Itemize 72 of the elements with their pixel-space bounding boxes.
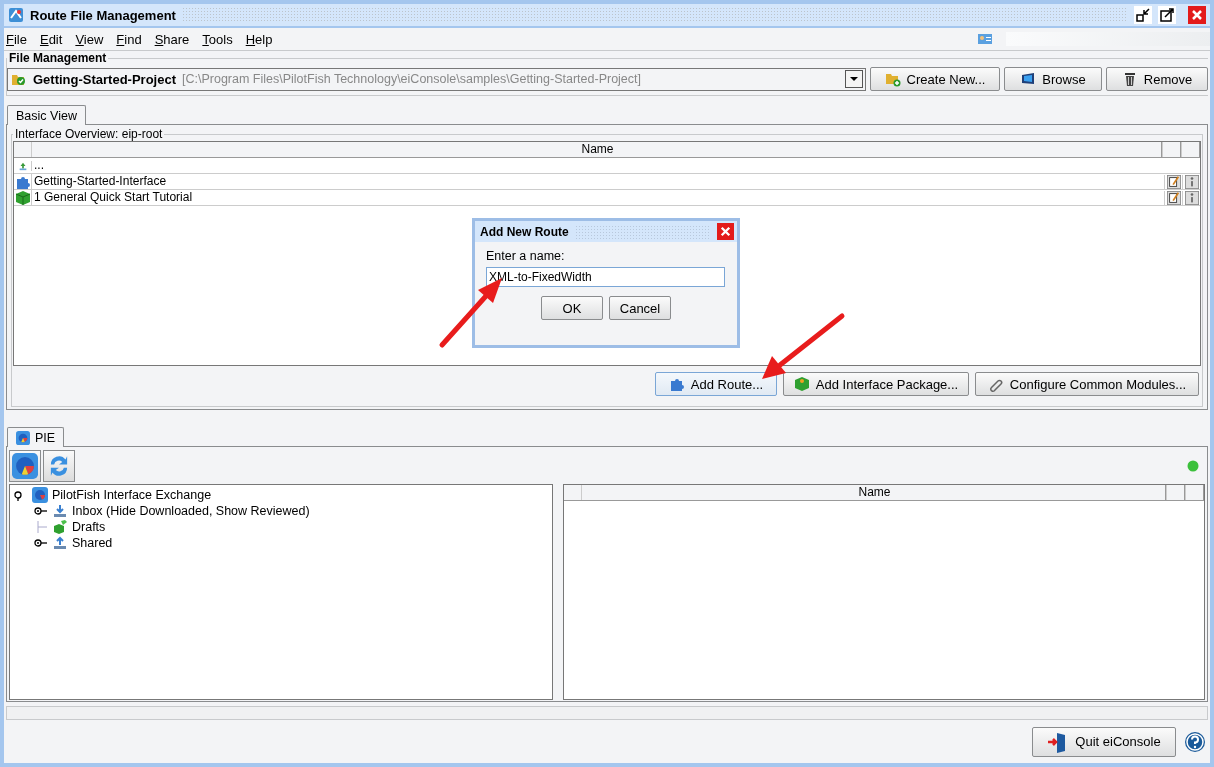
tab[interactable]: PIE xyxy=(7,427,65,447)
pie-chart-icon xyxy=(32,487,48,503)
info-icon[interactable] xyxy=(1183,190,1200,205)
tree-label: Shared xyxy=(72,536,113,550)
close-icon[interactable] xyxy=(1188,6,1206,24)
puzzle-icon xyxy=(668,376,685,392)
action-button[interactable]: Add Route... xyxy=(655,372,777,396)
table-cell-text: 1 General Quick Start Tutorial xyxy=(33,190,194,205)
maximize-icon[interactable] xyxy=(1158,6,1176,24)
tree-item[interactable]: Shared xyxy=(14,535,548,551)
dialog-button[interactable]: Cancel xyxy=(609,296,671,320)
download-tray-icon xyxy=(52,503,68,519)
info-icon[interactable] xyxy=(1183,174,1200,189)
cube-icon xyxy=(793,376,810,392)
menu-item[interactable]: Share xyxy=(154,31,190,47)
toolbar-button[interactable]: Remove xyxy=(1106,67,1208,91)
column-header: Name xyxy=(582,485,1166,500)
collapsed-toggle-icon[interactable] xyxy=(34,505,48,517)
project-path: [C:\Program Files\PilotFish Technology\eiConsole\samples\Getting-Started-Project] xyxy=(182,72,641,86)
pie-chart-icon xyxy=(12,453,38,479)
menu-item[interactable]: File xyxy=(6,31,27,47)
quit-button[interactable]: Quit eiConsole xyxy=(1032,726,1176,757)
table-row[interactable]: ... xyxy=(14,158,1200,174)
window-title: Route File Management xyxy=(30,7,176,23)
tree-label: Inbox (Hide Downloaded, Show Reviewed) xyxy=(72,504,310,518)
tree-label: PilotFish Interface Exchange xyxy=(52,488,212,502)
table-cell-text: Getting-Started-Interface xyxy=(33,174,168,189)
action-button[interactable]: Configure Common Modules... xyxy=(975,372,1199,396)
tree-line-icon xyxy=(34,521,48,533)
up-arrow-icon xyxy=(17,160,28,171)
name-input-field[interactable]: XML-to-FixedWidth xyxy=(486,267,725,287)
cube-icon xyxy=(14,189,31,206)
toolbar-button[interactable]: Browse xyxy=(1004,67,1102,91)
pie-button[interactable] xyxy=(9,450,41,482)
table-row[interactable]: Getting-Started-Interface xyxy=(14,174,1200,190)
cubes-icon xyxy=(52,519,68,535)
app-logo-icon xyxy=(8,7,24,23)
project-name: Getting-Started-Project xyxy=(33,71,176,87)
column-header: Name xyxy=(32,142,1162,157)
project-dropdown[interactable]: Getting-Started-Project [C:\Program Files\PilotFish Technology\eiConsole\samples\Getting-Started-Project] xyxy=(7,67,866,91)
toolbar-button[interactable]: Create New... xyxy=(870,67,1000,91)
upload-tray-icon xyxy=(52,535,68,551)
status-light-icon xyxy=(1187,460,1199,472)
edit-icon[interactable] xyxy=(1165,174,1182,189)
edit-icon[interactable] xyxy=(1165,190,1182,205)
field-label: Enter a name: xyxy=(486,249,566,263)
table-row[interactable]: 1 General Quick Start Tutorial xyxy=(14,190,1200,206)
refresh-button[interactable] xyxy=(43,450,75,482)
collapsed-toggle-icon[interactable] xyxy=(34,537,48,549)
menu-item[interactable]: Edit xyxy=(39,31,63,47)
contact-card-icon xyxy=(977,31,993,47)
action-button[interactable]: Add Interface Package... xyxy=(783,372,969,396)
table-cell-text: ... xyxy=(33,158,45,173)
dialog-button[interactable]: OK xyxy=(541,296,603,320)
folder-add-icon xyxy=(884,71,901,87)
menu-item[interactable]: View xyxy=(75,31,104,47)
tab[interactable]: Basic View xyxy=(7,105,86,125)
tree-item[interactable]: Inbox (Hide Downloaded, Show Reviewed) xyxy=(14,503,548,519)
group-title: Interface Overview: eip-root xyxy=(14,127,164,141)
monitor-icon xyxy=(1020,71,1037,87)
close-icon[interactable] xyxy=(717,223,734,240)
tree-label: Drafts xyxy=(72,520,106,534)
menu-item[interactable]: Find xyxy=(116,31,142,47)
group-title: File Management xyxy=(8,51,108,65)
pie-chart-icon xyxy=(16,430,30,445)
tree-item[interactable]: Drafts xyxy=(14,519,548,535)
help-icon[interactable] xyxy=(1184,730,1206,753)
restore-icon[interactable] xyxy=(1134,6,1152,24)
menu-item[interactable]: Tools xyxy=(202,31,233,47)
dialog-title: Add New Route xyxy=(480,224,569,239)
tree-item[interactable]: PilotFish Interface Exchange xyxy=(14,487,548,503)
menu-item[interactable]: Help xyxy=(245,31,273,47)
